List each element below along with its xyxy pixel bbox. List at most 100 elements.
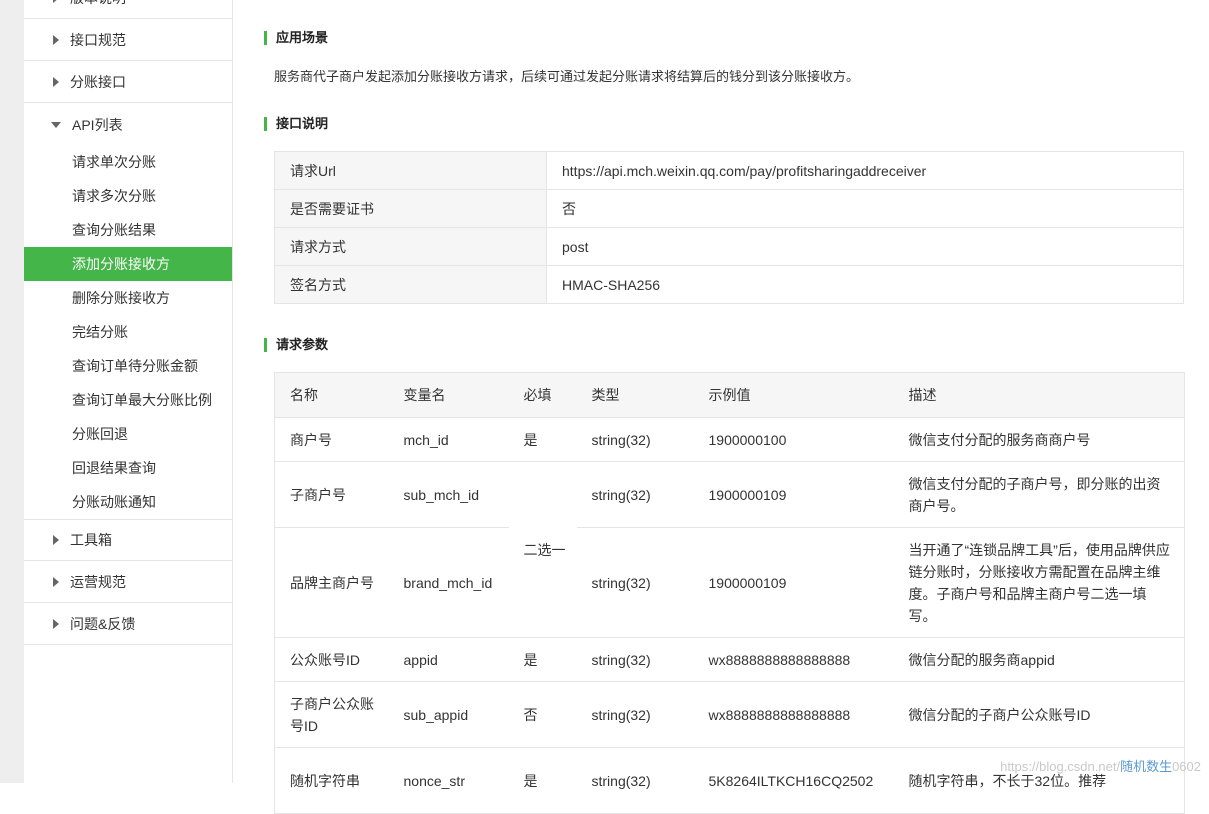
- sidebar-subitem-return-query[interactable]: 回退结果查询: [24, 451, 232, 485]
- table-row: 请求Url https://api.mch.weixin.qq.com/pay/…: [274, 151, 1184, 190]
- param-name: 子商户号: [274, 461, 389, 528]
- param-example: 1900000109: [693, 461, 894, 528]
- param-required: 是: [508, 747, 577, 814]
- sidebar-subitem-query-result[interactable]: 查询分账结果: [24, 213, 232, 247]
- param-required: 二选一: [508, 461, 577, 638]
- param-var: mch_id: [388, 417, 509, 462]
- sidebar-subitem-label: 查询订单最大分账比例: [72, 392, 212, 408]
- sidebar-item-label: 问题&反馈: [70, 615, 136, 632]
- param-required: 是: [508, 637, 577, 682]
- sidebar-subitem-label: 查询订单待分账金额: [72, 358, 198, 374]
- table-header-row: 名称 变量名 必填 类型 示例值 描述: [274, 372, 1185, 418]
- param-type: string(32): [576, 681, 694, 748]
- sidebar-subitem-single-share[interactable]: 请求单次分账: [24, 145, 232, 179]
- sidebar-subitem-label: 完结分账: [72, 324, 128, 340]
- scene-description: 服务商代子商户发起添加分账接收方请求，后续可通过发起分账请求将结算后的钱分到该分…: [274, 69, 860, 84]
- section-title-scene: 应用场景: [264, 31, 328, 45]
- table-row: 商户号 mch_id 是 string(32) 1900000100 微信支付分…: [274, 417, 1185, 462]
- sidebar-item-faq[interactable]: 问题&反馈: [24, 603, 232, 645]
- column-header: 名称: [274, 372, 389, 418]
- sidebar-item-profit-sharing[interactable]: 分账接口: [24, 62, 232, 103]
- sidebar-item-label: 版本说明: [70, 0, 126, 8]
- param-desc: 当开通了“连锁品牌工具”后，使用品牌供应链分账时，分账接收方需配置在品牌主维度。…: [893, 527, 1185, 638]
- table-row: 子商户公众账号ID sub_appid 否 string(32) wx88888…: [274, 681, 1185, 748]
- sidebar-subitem-pending-amount[interactable]: 查询订单待分账金额: [24, 349, 232, 383]
- column-header: 必填: [508, 372, 577, 418]
- param-name: 公众账号ID: [274, 637, 389, 682]
- param-desc: 微信分配的子商户公众账号ID: [893, 681, 1185, 748]
- sidebar-subitem-label: 添加分账接收方: [72, 256, 170, 272]
- watermark-text: https://blog.csdn.net/: [1000, 759, 1121, 774]
- table-row: 子商户号 sub_mch_id 二选一 string(32) 190000010…: [274, 461, 1185, 638]
- sidebar-item-api-list[interactable]: API列表: [24, 104, 232, 145]
- sidebar-subitem-finish-share[interactable]: 完结分账: [24, 315, 232, 349]
- sidebar-subitem-share-return[interactable]: 分账回退: [24, 417, 232, 451]
- table-row: 签名方式 HMAC-SHA256: [274, 265, 1184, 304]
- sidebar-item-interface-spec[interactable]: 接口规范: [24, 20, 232, 61]
- table-row: 品牌主商户号 brand_mch_id string(32) 190000010…: [274, 527, 1185, 638]
- param-example: 5K8264ILTKCH16CQ2502: [693, 747, 894, 814]
- param-required: 否: [508, 681, 577, 748]
- chevron-right-icon: [53, 576, 59, 587]
- param-var: sub_mch_id: [388, 461, 509, 528]
- param-type: string(32): [576, 527, 694, 638]
- param-example: wx8888888888888888: [693, 637, 894, 682]
- sidebar-subitem-label: 回退结果查询: [72, 460, 156, 476]
- sidebar-subitem-label: 查询分账结果: [72, 222, 156, 238]
- sidebar-subitem-label: 分账回退: [72, 426, 128, 442]
- param-name: 随机字符串: [274, 747, 389, 814]
- left-gutter: [0, 0, 24, 783]
- sidebar-item-label: 分账接口: [70, 74, 126, 90]
- sidebar-subitem-multi-share[interactable]: 请求多次分账: [24, 179, 232, 213]
- info-key: 请求方式: [274, 227, 547, 266]
- sidebar: 版本说明 接口规范 分账接口 API列表 请求单次分账 请求多次分账 查询分账结…: [24, 0, 233, 783]
- sidebar-item-label: API列表: [72, 116, 123, 133]
- params-table: 名称 变量名 必填 类型 示例值 描述 商户号 mch_id 是 string(…: [274, 372, 1185, 814]
- info-value: 否: [546, 189, 1184, 228]
- sidebar-subitem-remove-receiver[interactable]: 删除分账接收方: [24, 281, 232, 315]
- param-name: 商户号: [274, 417, 389, 462]
- param-example: 1900000100: [693, 417, 894, 462]
- chevron-right-icon: [53, 77, 59, 87]
- sidebar-subitem-label: 请求单次分账: [72, 154, 156, 170]
- sidebar-subitem-max-ratio[interactable]: 查询订单最大分账比例: [24, 383, 232, 417]
- param-var: sub_appid: [388, 681, 509, 748]
- info-value: https://api.mch.weixin.qq.com/pay/profit…: [546, 151, 1184, 190]
- column-header: 描述: [893, 372, 1185, 418]
- sidebar-item-ops-spec[interactable]: 运营规范: [24, 561, 232, 603]
- param-example: 1900000109: [693, 527, 894, 638]
- param-var: nonce_str: [388, 747, 509, 814]
- sidebar-subitem-add-receiver[interactable]: 添加分账接收方: [24, 247, 232, 281]
- sidebar-item-label: 运营规范: [70, 573, 126, 590]
- param-name: 品牌主商户号: [274, 527, 389, 638]
- param-type: string(32): [576, 637, 694, 682]
- watermark-text: 0602: [1172, 759, 1201, 774]
- sidebar-subitem-share-notify[interactable]: 分账动账通知: [24, 485, 232, 519]
- sidebar-item-label: 工具箱: [70, 532, 112, 548]
- param-var: brand_mch_id: [388, 527, 509, 638]
- info-key: 是否需要证书: [274, 189, 547, 228]
- param-example: wx8888888888888888: [693, 681, 894, 748]
- column-header: 示例值: [693, 372, 894, 418]
- section-title-params: 请求参数: [264, 338, 328, 352]
- chevron-right-icon: [53, 35, 59, 45]
- param-desc: 微信支付分配的服务商商户号: [893, 417, 1185, 462]
- sidebar-item-version[interactable]: 版本说明: [24, 0, 232, 19]
- chevron-right-icon: [53, 618, 59, 629]
- param-name: 子商户公众账号ID: [274, 681, 389, 748]
- info-key: 签名方式: [274, 265, 547, 304]
- table-row: 请求方式 post: [274, 227, 1184, 266]
- chevron-right-icon: [53, 0, 59, 3]
- param-type: string(32): [576, 461, 694, 528]
- param-type: string(32): [576, 417, 694, 462]
- watermark-text: 随机数生: [1120, 759, 1173, 774]
- param-desc: 微信支付分配的子商户号，即分账的出资商户号。: [893, 461, 1185, 528]
- table-row: 公众账号ID appid 是 string(32) wx888888888888…: [274, 637, 1185, 682]
- column-header: 类型: [576, 372, 694, 418]
- info-value: post: [546, 227, 1184, 266]
- section-title-api: 接口说明: [264, 117, 328, 131]
- table-row: 是否需要证书 否: [274, 189, 1184, 228]
- sidebar-item-toolbox[interactable]: 工具箱: [24, 519, 232, 561]
- info-key: 请求Url: [274, 151, 547, 190]
- main-content: 应用场景 服务商代子商户发起添加分账接收方请求，后续可通过发起分账请求将结算后的…: [233, 0, 1209, 814]
